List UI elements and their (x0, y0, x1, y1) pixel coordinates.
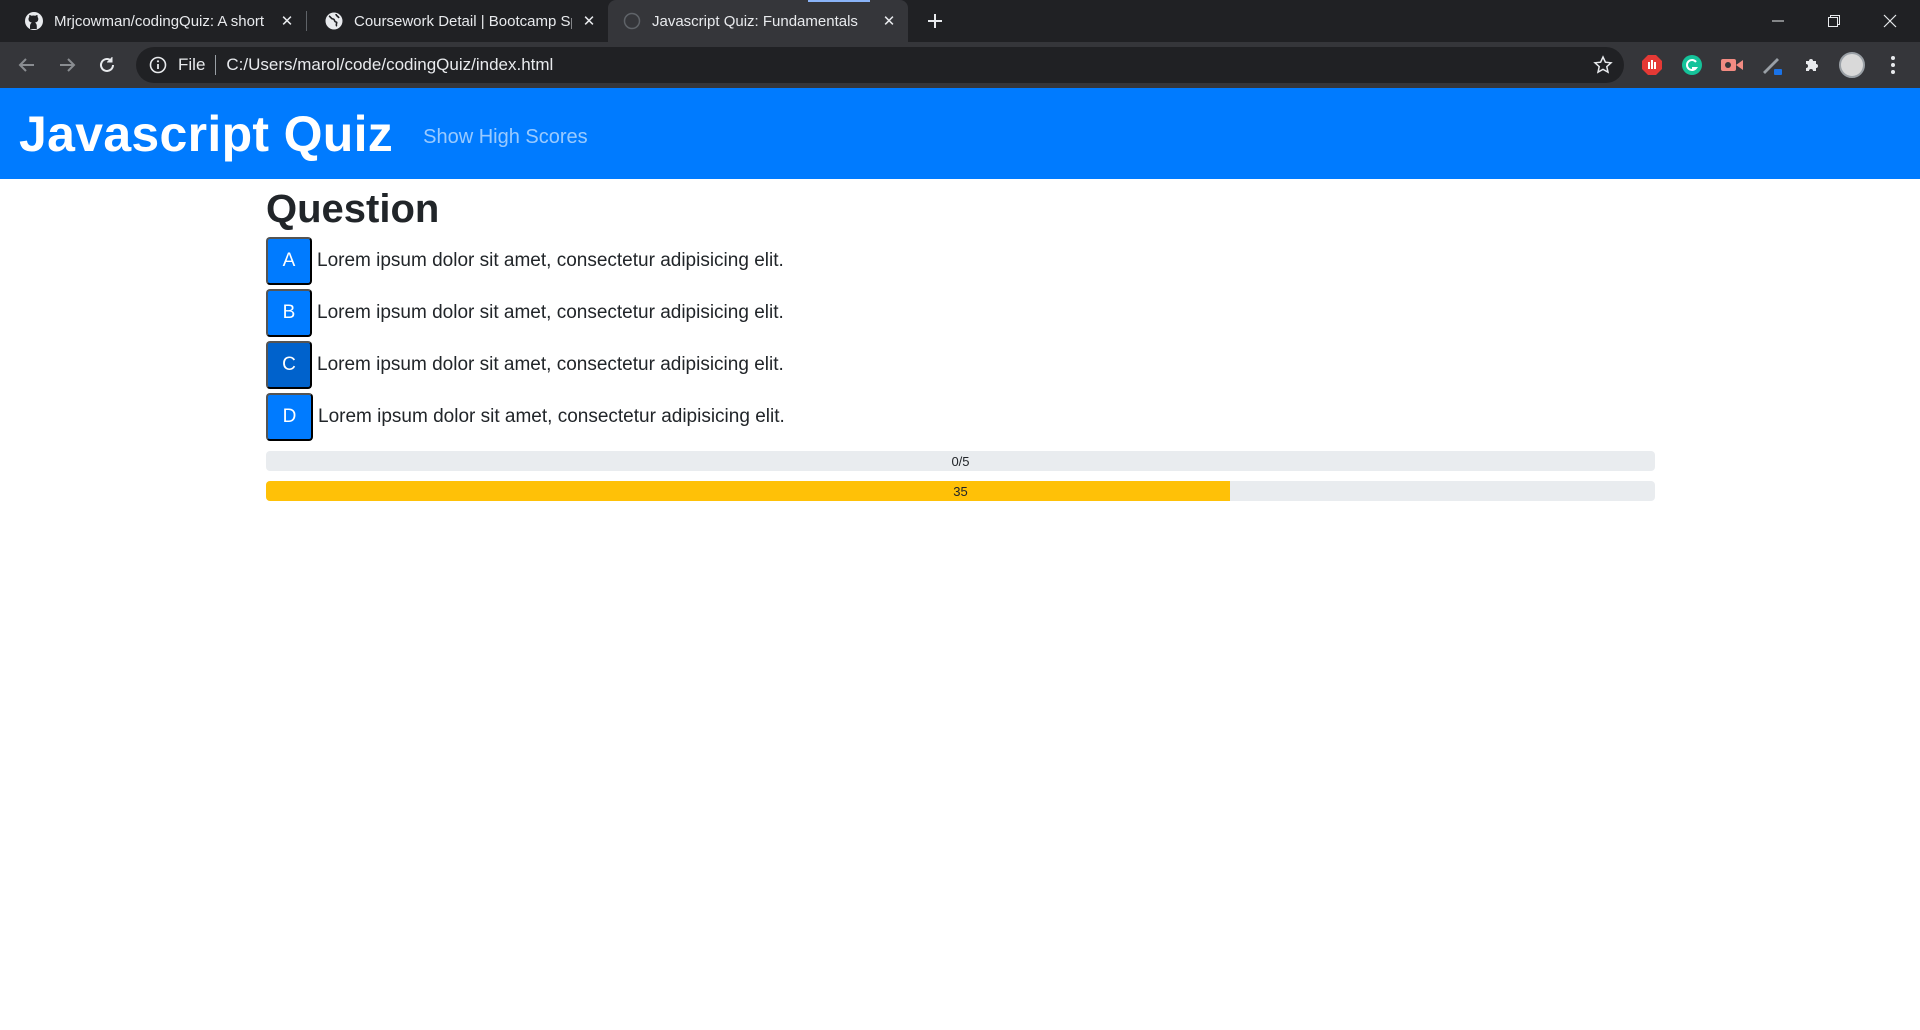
address-divider (215, 55, 217, 75)
globe-icon (324, 11, 344, 31)
answer-row: B Lorem ipsum dolor sit amet, consectetu… (266, 289, 1655, 337)
address-url[interactable]: C:/Users/marol/code/codingQuiz/index.htm… (226, 55, 553, 75)
tab-title: Mrjcowman/codingQuiz: A short (54, 12, 265, 30)
browser-toolbar: File C:/Users/marol/code/codingQuiz/inde… (0, 42, 1920, 88)
tab-title: Javascript Quiz: Fundamentals (652, 12, 858, 30)
info-icon[interactable] (148, 55, 168, 75)
answer-b-text: Lorem ipsum dolor sit amet, consectetur … (317, 302, 784, 323)
show-high-scores-link[interactable]: Show High Scores (423, 126, 588, 149)
navbar-brand[interactable]: Javascript Quiz (19, 105, 393, 163)
address-bar[interactable]: File C:/Users/marol/code/codingQuiz/inde… (136, 47, 1624, 83)
quiz-container: Question A Lorem ipsum dolor sit amet, c… (266, 179, 1655, 501)
score-progress-bar: 0/5 (266, 451, 1655, 471)
restore-icon[interactable] (1806, 0, 1862, 42)
answer-row: D Lorem ipsum dolor sit amet, consectetu… (266, 393, 1655, 441)
more-menu-icon[interactable] (1880, 52, 1906, 78)
answer-a-text: Lorem ipsum dolor sit amet, consectetur … (317, 250, 784, 271)
answer-d-button[interactable]: D (266, 393, 313, 441)
grammarly-extension-icon[interactable] (1679, 52, 1705, 78)
close-window-icon[interactable] (1862, 0, 1918, 42)
browser-tab[interactable]: Mrjcowman/codingQuiz: A short ✕ (0, 0, 307, 42)
answer-d-text: Lorem ipsum dolor sit amet, consectetur … (318, 406, 785, 427)
answer-c-button[interactable]: C (266, 341, 312, 389)
answer-row: A Lorem ipsum dolor sit amet, consectetu… (266, 237, 1655, 285)
minimize-icon[interactable] (1750, 0, 1806, 42)
github-icon (24, 11, 44, 31)
answer-c-text: Lorem ipsum dolor sit amet, consectetur … (317, 354, 784, 375)
tab-title: Coursework Detail | Bootcamp Sp (354, 12, 572, 30)
answer-a-button[interactable]: A (266, 237, 312, 285)
adblock-extension-icon[interactable] (1639, 52, 1665, 78)
timer-label: 35 (953, 483, 968, 499)
site-navbar: Javascript Quiz Show High Scores (0, 88, 1920, 179)
page-icon (622, 11, 642, 31)
answer-b-button[interactable]: B (266, 289, 312, 337)
address-scheme: File (178, 55, 206, 74)
profile-avatar[interactable] (1839, 52, 1865, 78)
question-title: Question (266, 187, 440, 231)
back-icon[interactable] (12, 50, 42, 80)
answer-row: C Lorem ipsum dolor sit amet, consectetu… (266, 341, 1655, 389)
pen-extension-icon[interactable] (1759, 52, 1785, 78)
extensions-puzzle-icon[interactable] (1799, 52, 1825, 78)
reload-icon[interactable] (92, 50, 122, 80)
new-tab-button[interactable] (922, 8, 948, 34)
video-extension-icon[interactable] (1719, 52, 1745, 78)
score-label: 0/5 (951, 453, 970, 469)
close-tab-icon[interactable]: ✕ (276, 10, 298, 32)
close-tab-icon[interactable]: ✕ (878, 10, 900, 32)
bookmark-star-icon[interactable] (1592, 54, 1614, 76)
close-tab-icon[interactable]: ✕ (578, 10, 600, 32)
tab-loading-indicator (808, 0, 870, 2)
timer-progress-bar: 35 (266, 481, 1655, 501)
browser-tab-active[interactable]: Javascript Quiz: Fundamentals ✕ (608, 0, 908, 42)
browser-tabstrip: Mrjcowman/codingQuiz: A short ✕ Coursewo… (0, 0, 1920, 42)
browser-tab[interactable]: Coursework Detail | Bootcamp Sp ✕ (306, 0, 608, 42)
forward-icon[interactable] (52, 50, 82, 80)
